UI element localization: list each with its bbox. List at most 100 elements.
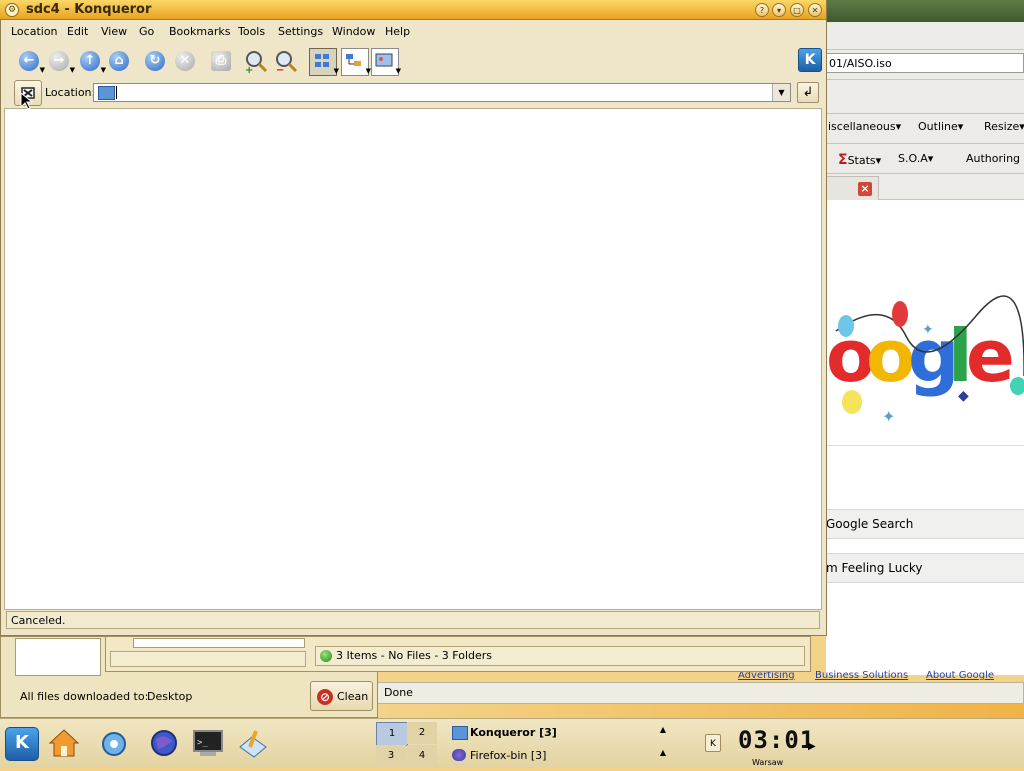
google-doodle-icon: o o g l e ✦ ✦ ◆ (826, 295, 1024, 426)
svg-text:✦: ✦ (882, 407, 895, 426)
dropdown-icon: ▼ (69, 66, 75, 74)
task-menu-icon[interactable]: ▲ (660, 748, 666, 757)
print-icon: ⎙ (211, 51, 231, 71)
location-input[interactable]: ▼ (93, 83, 791, 102)
menu-location[interactable]: Location (11, 25, 58, 38)
firefox-url-field[interactable]: 01/AISO.iso (826, 53, 1024, 73)
stop-button[interactable]: ✕ (172, 48, 198, 74)
file-manager-field[interactable] (133, 638, 305, 648)
file-manager-status-left (110, 651, 306, 667)
downloads-label: All files downloaded to: (20, 690, 149, 703)
location-history-dropdown[interactable]: ▼ (772, 84, 790, 101)
about-google-link[interactable]: About Google (926, 670, 994, 681)
taskbar-firefox[interactable]: Firefox-bin [3] ▲ (448, 745, 674, 771)
panel-hide-arrow-icon[interactable]: ▶ (808, 741, 816, 752)
feeling-lucky-button[interactable]: m Feeling Lucky (818, 553, 1024, 583)
pager-desktop-2[interactable]: 2 (407, 722, 437, 744)
menu-settings[interactable]: Settings (278, 25, 323, 38)
konqueror-gear-icon (102, 732, 126, 756)
terminal-launcher[interactable]: >_ (192, 727, 224, 759)
firefox-bookmarks-bar (826, 80, 1024, 114)
url-text: 01/AISO.iso (829, 57, 892, 70)
print-button[interactable]: ⎙ (208, 48, 234, 74)
task-label: Konqueror [3] (470, 726, 557, 739)
forward-button[interactable]: → ▼ (46, 48, 75, 74)
pager-desktop-4[interactable]: 4 (407, 745, 437, 767)
help-icon[interactable]: ? (755, 3, 769, 17)
firefox-titlebar (820, 0, 1024, 22)
menu-bookmarks[interactable]: Bookmarks (169, 25, 230, 38)
firefox-webdev-toolbar-2: ΣStats▾ S.O.A▾ Authoring (826, 144, 1024, 174)
close-tab-icon[interactable]: × (858, 182, 872, 196)
preview-icon (375, 53, 393, 67)
tree-view-icon (346, 54, 361, 66)
menu-window[interactable]: Window (332, 25, 375, 38)
icon-view-icon (315, 54, 329, 67)
dropdown-icon: ▼ (333, 67, 339, 75)
k-menu-button[interactable]: K (5, 727, 39, 761)
tree-view-button[interactable]: ▼ (341, 48, 371, 76)
pager-desktop-1[interactable]: 1 (376, 722, 408, 746)
minimize-icon[interactable]: ▾ (772, 3, 786, 17)
svg-text:◆: ◆ (958, 388, 969, 404)
maximize-icon[interactable]: □ (790, 3, 804, 17)
go-button[interactable]: ↲ (797, 82, 819, 103)
resize-menu[interactable]: Resize▾ (984, 120, 1024, 133)
kde-menu-icon: K (15, 732, 29, 753)
menu-go[interactable]: Go (139, 25, 154, 38)
reload-button[interactable]: ↻ (142, 48, 168, 74)
menubar: Location Edit View Go Bookmarks Tools Se… (1, 21, 826, 42)
globe-icon (452, 749, 466, 761)
editor-launcher[interactable] (236, 727, 268, 759)
menu-tools[interactable]: Tools (238, 25, 265, 38)
text-editor-icon (239, 730, 267, 758)
soa-menu[interactable]: S.O.A▾ (898, 152, 933, 165)
back-button[interactable]: ← ▼ (16, 48, 45, 74)
zoom-out-button[interactable]: − (273, 48, 299, 76)
up-button[interactable]: ↑ ▼ (77, 48, 106, 74)
task-menu-icon[interactable]: ▲ (660, 725, 666, 734)
pager-desktop-3[interactable]: 3 (376, 745, 406, 767)
go-icon: ↲ (802, 85, 814, 100)
clock-time[interactable]: 03:01 (738, 726, 815, 754)
klipper-icon[interactable]: K (705, 734, 721, 752)
firefox-launcher[interactable] (148, 727, 180, 759)
folder-icon (98, 86, 115, 100)
home-icon: ⌂ (109, 51, 129, 71)
svg-text:e: e (966, 314, 1015, 398)
kde-logo-icon: K (798, 48, 822, 72)
home-button[interactable]: ⌂ (106, 48, 132, 74)
konqueror-launcher[interactable] (98, 727, 130, 759)
google-search-button[interactable]: Google Search (818, 509, 1024, 539)
authoring-menu[interactable]: Authoring (966, 152, 1020, 165)
clock-city: Warsaw (752, 758, 784, 767)
clean-button[interactable]: ⊘ Clean (310, 681, 373, 711)
icon-view-button[interactable]: ▼ (309, 48, 339, 76)
downloads-folder: Desktop (147, 690, 193, 703)
zoom-in-button[interactable]: + (243, 48, 269, 76)
business-solutions-link[interactable]: Business Solutions (815, 670, 908, 681)
dropdown-icon: ▼ (39, 66, 45, 74)
globe-icon (151, 730, 177, 756)
close-icon[interactable]: ✕ (808, 3, 822, 17)
stats-menu[interactable]: ΣStats▾ (838, 152, 881, 168)
content-view[interactable] (4, 108, 822, 610)
firefox-webdev-toolbar-1: iscellaneous▾ Outline▾ Resize▾ (826, 114, 1024, 144)
preview-button[interactable]: ▼ (371, 48, 401, 76)
misc-menu[interactable]: iscellaneous▾ (828, 120, 901, 133)
menu-view[interactable]: View (101, 25, 127, 38)
folder-icon (452, 726, 468, 740)
menu-edit[interactable]: Edit (67, 25, 88, 38)
home-launcher[interactable] (48, 727, 80, 759)
svg-text:−: − (276, 65, 284, 74)
svg-text:✦: ✦ (922, 322, 934, 338)
svg-text:+: + (245, 65, 253, 74)
firefox-tab[interactable]: × (826, 176, 879, 200)
outline-menu[interactable]: Outline▾ (918, 120, 963, 133)
menu-help[interactable]: Help (385, 25, 410, 38)
status-text: Canceled. (11, 614, 66, 627)
window-menu-icon[interactable]: ⚙ (5, 3, 19, 17)
statusbar: Canceled. (6, 611, 820, 629)
mouse-cursor-icon (20, 92, 32, 110)
clean-label: Clean (337, 690, 369, 703)
